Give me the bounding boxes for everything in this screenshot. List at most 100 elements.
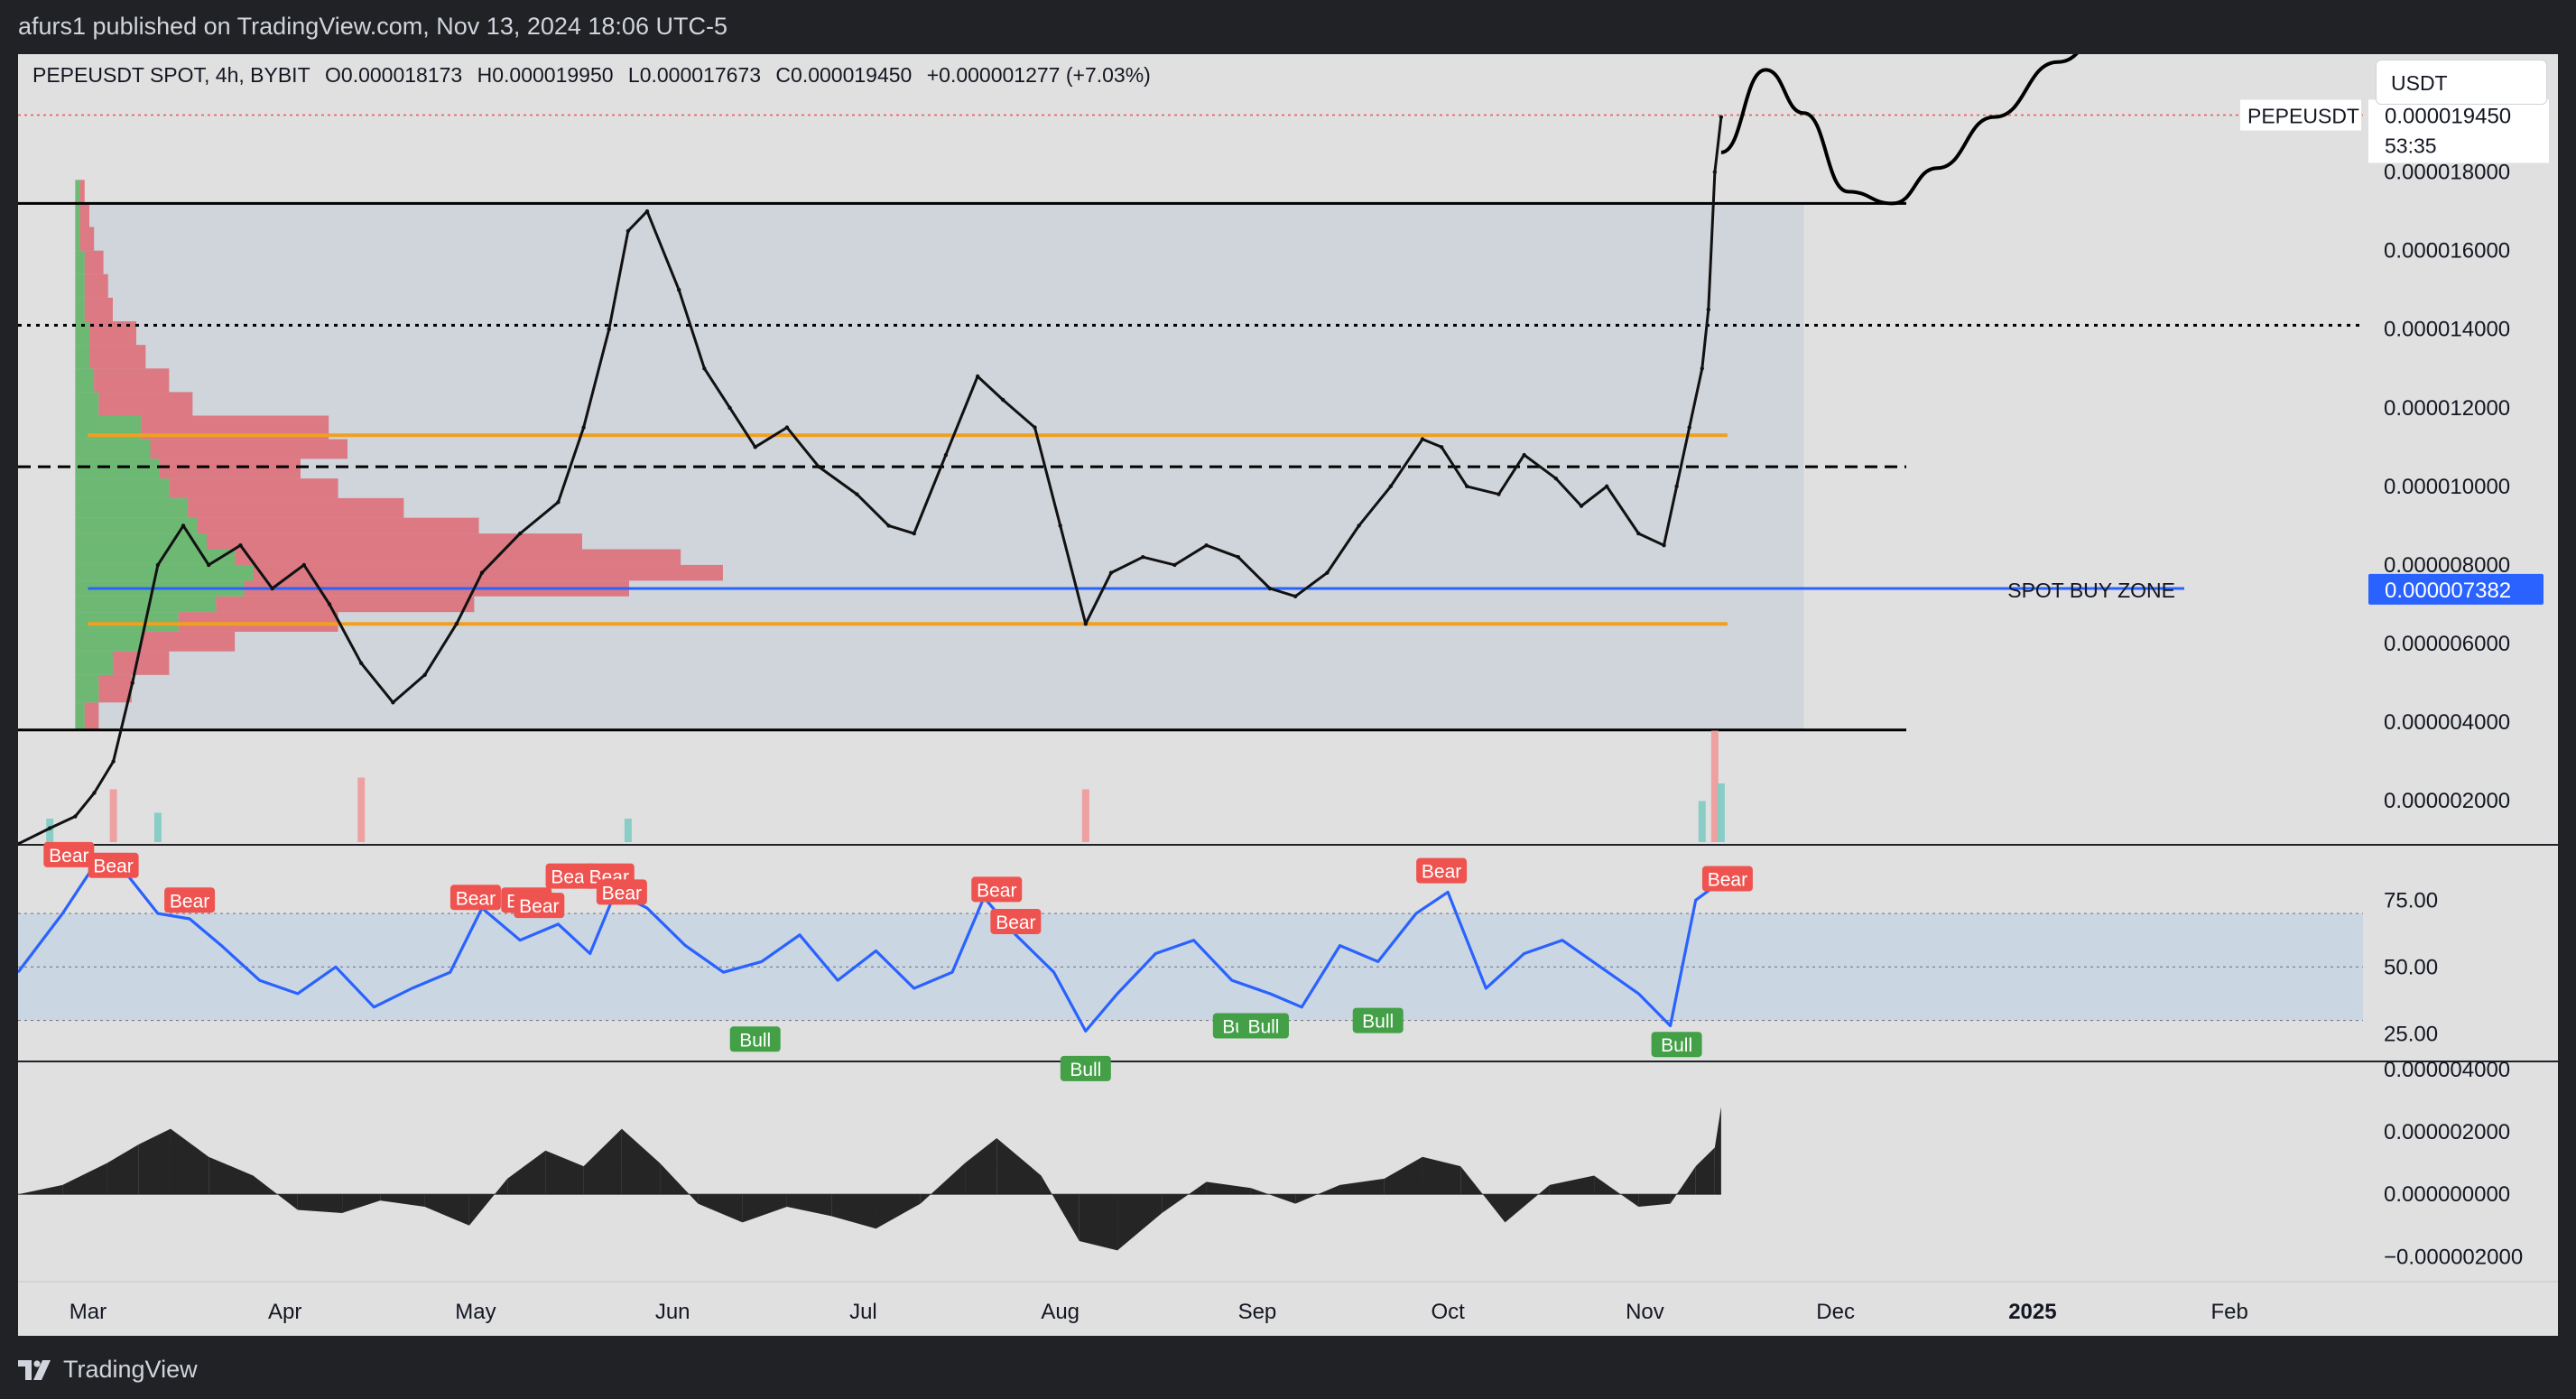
- price-point: [1267, 586, 1273, 591]
- price-point: [644, 208, 650, 214]
- oscillator-histogram-segment: [920, 1163, 966, 1204]
- volume-bar: [1081, 789, 1089, 842]
- oscillator-histogram-segment: [107, 1144, 139, 1195]
- high-value: H0.000019950: [477, 63, 614, 87]
- volume-profile-sell-bar: [159, 459, 301, 479]
- volume-profile-sell-bar: [84, 702, 99, 730]
- volume-profile-buy-bar: [75, 392, 99, 416]
- price-point: [479, 570, 485, 575]
- volume-profile-sell-bar: [112, 651, 170, 675]
- oscillator-histogram-segment: [1460, 1166, 1506, 1223]
- time-axis-tick-label: Dec: [1816, 1300, 1855, 1324]
- price-point: [1236, 555, 1241, 560]
- oscillator-histogram-segment: [1549, 1175, 1595, 1195]
- symbol-label[interactable]: PEPEUSDT SPOT, 4h, BYBIT: [32, 63, 310, 87]
- bear-signal-label: Bear: [1708, 870, 1747, 891]
- price-point: [816, 464, 821, 469]
- currency-selector[interactable]: USDT: [2376, 60, 2547, 105]
- volume-profile-sell-bar: [79, 227, 95, 251]
- oscillator-histogram-segment: [660, 1163, 699, 1204]
- tradingview-brand[interactable]: TradingView: [18, 1356, 198, 1384]
- volume-profile-sell-bar: [169, 478, 338, 498]
- price-point: [1674, 484, 1679, 489]
- volume-profile-sell-bar: [150, 439, 347, 459]
- oscillator-histogram-segment: [1384, 1156, 1422, 1195]
- price-point: [1712, 170, 1718, 174]
- price-point: [1662, 542, 1666, 548]
- oscillator-histogram-segment: [1670, 1166, 1696, 1204]
- bull-signal-label: Bull: [1247, 1016, 1279, 1037]
- price-point: [422, 672, 427, 678]
- price-point: [1719, 115, 1724, 119]
- oscillator-histogram-segment: [583, 1128, 622, 1195]
- bear-signal-label: Bear: [93, 857, 133, 877]
- volume-profile-sell-bar: [79, 180, 85, 204]
- volume-profile-buy-bar: [75, 273, 85, 298]
- bear-signal-label: Bear: [456, 888, 496, 909]
- projection-curve: [1720, 54, 2079, 206]
- price-point: [1140, 555, 1145, 560]
- oscillator-histogram-segment: [62, 1163, 107, 1195]
- price-point: [270, 586, 274, 591]
- bottom-bar: TradingView: [0, 1336, 2576, 1399]
- volume-profile-sell-bar: [141, 631, 236, 652]
- chart-area[interactable]: 0.000002000 0.000004000 0.000006000 0.00000…: [18, 54, 2558, 1336]
- price-point: [1033, 425, 1037, 430]
- spot-buy-zone-label: SPOT BUY ZONE: [2007, 579, 2175, 602]
- oscillator-histogram-segment: [1505, 1184, 1550, 1223]
- price-point: [181, 523, 186, 528]
- bear-signal-label: Bear: [170, 891, 209, 912]
- volume-profile-buy-bar: [75, 439, 151, 459]
- volume-profile-sell-bar: [235, 549, 681, 565]
- price-tag-countdown: 53:35: [2385, 134, 2437, 157]
- price-axis-tick-label: 0.000012000: [2384, 396, 2510, 421]
- oscillator-histogram-segment: [831, 1194, 876, 1229]
- oscillator-axis-tick-label: 0.000004000: [2384, 1058, 2510, 1082]
- price-point: [130, 681, 134, 685]
- low-value: L0.000017673: [627, 63, 762, 87]
- volume-profile-sell-bar: [206, 533, 582, 550]
- bull-signal-label: Bull: [739, 1030, 771, 1051]
- price-axis-tick-label: 0.000006000: [2384, 632, 2510, 656]
- price-axis-tick-label: 0.000014000: [2384, 318, 2510, 342]
- oscillator-histogram-segment: [1339, 1178, 1385, 1195]
- price-point: [1001, 397, 1005, 403]
- price-point: [92, 791, 97, 795]
- chart-canvas[interactable]: 0.000002000 0.000004000 0.000006000 0.00000…: [18, 54, 2558, 1336]
- price-point: [753, 445, 757, 449]
- price-point: [1604, 484, 1609, 489]
- bull-signal-label: Bull: [1070, 1060, 1101, 1080]
- oscillator-histogram-segment: [1594, 1175, 1639, 1208]
- time-axis-tick-label: Aug: [1041, 1300, 1080, 1324]
- volume-bar: [1717, 783, 1725, 842]
- volume-profile-sell-bar: [84, 273, 108, 298]
- time-axis-tick-label: May: [455, 1300, 496, 1324]
- volume-bar: [153, 812, 162, 842]
- oscillator-histogram-segment: [1638, 1194, 1671, 1208]
- volume-bar: [109, 789, 117, 842]
- price-point: [886, 523, 891, 528]
- volume-profile-sell-bar: [98, 674, 132, 703]
- price-point: [607, 327, 611, 331]
- time-axis-tick-label: Feb: [2210, 1300, 2247, 1324]
- time-axis-tick-label: 2025: [2008, 1300, 2056, 1324]
- volume-profile-sell-bar: [94, 368, 170, 393]
- volume-profile-buy-bar: [75, 180, 80, 204]
- price-point: [1204, 542, 1209, 548]
- volume-profile-buy-bar: [75, 612, 179, 632]
- oscillator-histogram-segment: [468, 1178, 508, 1226]
- oscillator-histogram-segment: [1250, 1188, 1296, 1204]
- price-point: [73, 814, 78, 819]
- oscillator-histogram-segment: [342, 1194, 381, 1213]
- price-point: [727, 405, 732, 410]
- price-axis-tick-label: 0.000002000: [2384, 789, 2510, 813]
- oscillator-histogram-segment: [170, 1128, 209, 1195]
- price-point: [454, 622, 459, 626]
- price-tag-value: 0.000019450: [2385, 104, 2511, 128]
- oscillator-histogram-segment: [1206, 1181, 1251, 1195]
- volume-profile-sell-bar: [84, 250, 104, 274]
- volume-profile-sell-bar: [188, 497, 404, 518]
- price-point: [1465, 484, 1469, 489]
- publish-line: afurs1 published on TradingView.com, Nov…: [18, 13, 727, 40]
- price-point: [625, 228, 631, 234]
